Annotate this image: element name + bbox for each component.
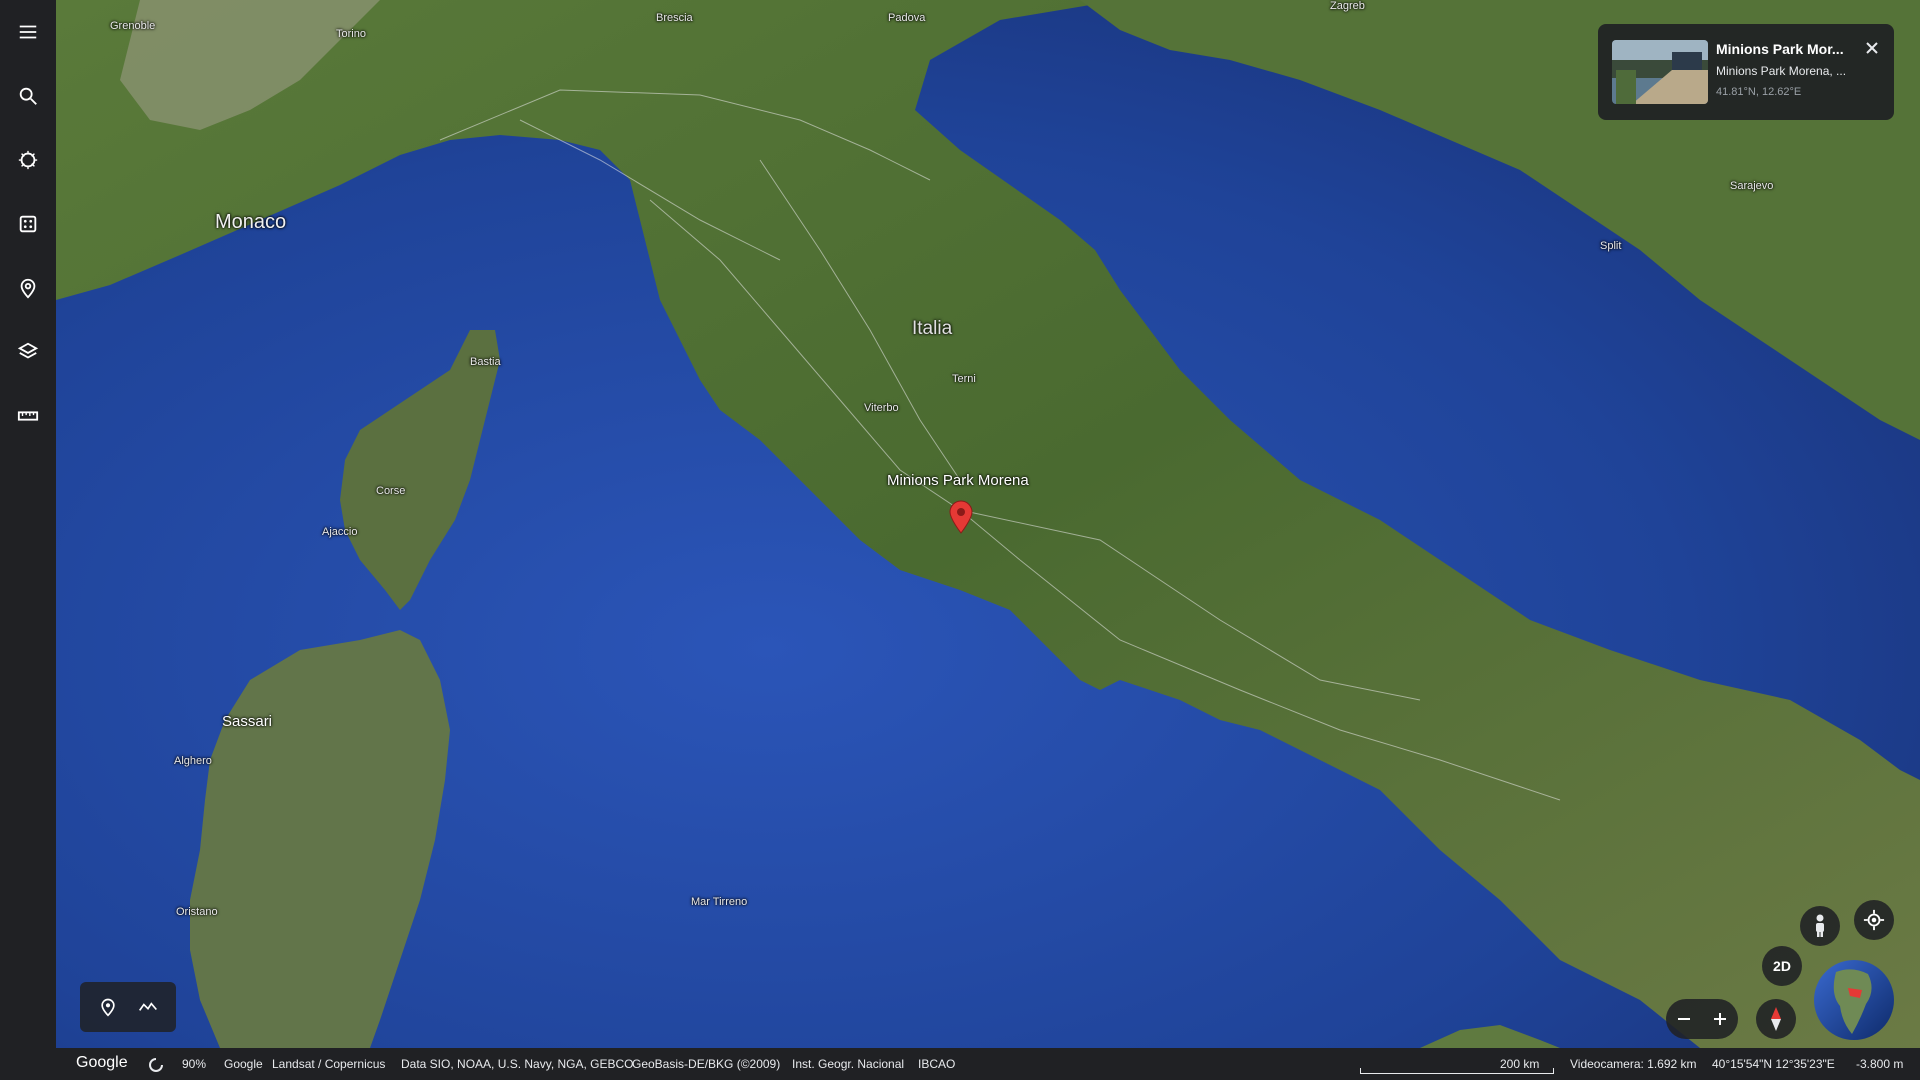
- ruler-icon: [17, 411, 39, 421]
- credit-google: Google: [224, 1057, 263, 1071]
- map-label-italia: Italia: [912, 318, 953, 339]
- map-label-sassari: Sassari: [222, 713, 273, 730]
- random-dice-icon: [19, 215, 37, 233]
- measure-button[interactable]: [8, 396, 48, 436]
- google-logo: Google: [76, 1054, 128, 1071]
- scale-label: 200 km: [1500, 1057, 1540, 1071]
- projects-pin-icon: [20, 278, 36, 299]
- voyager-button[interactable]: [8, 140, 48, 180]
- map-label-alghero: Alghero: [174, 755, 212, 767]
- layers-icon: [17, 342, 39, 359]
- map-label-split: Split: [1600, 240, 1622, 252]
- my-location-icon: [1863, 909, 1885, 931]
- location-pin-icon[interactable]: [948, 500, 974, 534]
- search-button[interactable]: [8, 76, 48, 116]
- close-icon: [1866, 42, 1878, 54]
- plus-icon: [1714, 1013, 1726, 1025]
- minus-icon: [1678, 1018, 1690, 1020]
- add-placemark-button[interactable]: [92, 992, 124, 1022]
- map-label-minions-park[interactable]: Minions Park Morena: [887, 472, 1029, 489]
- toggle-2d-button[interactable]: 2D: [1762, 946, 1802, 986]
- path-icon: [138, 1002, 157, 1011]
- map-label-padova: Padova: [888, 12, 926, 24]
- map-label-zagreb: Zagreb: [1330, 0, 1365, 12]
- zoom-in-button[interactable]: [1702, 999, 1738, 1039]
- satellite-map[interactable]: [0, 0, 1920, 1080]
- map-label-corse: Corse: [376, 485, 406, 497]
- credit-ibcao: IBCAO: [918, 1057, 956, 1071]
- feeling-lucky-button[interactable]: [8, 204, 48, 244]
- loading-spinner-icon: [149, 1058, 163, 1072]
- place-info-card[interactable]: Minions Park Mor... Minions Park Morena,…: [1598, 24, 1894, 120]
- place-subtitle: Minions Park Morena, ...: [1716, 64, 1847, 78]
- map-label-grenoble: Grenoble: [110, 20, 156, 32]
- cursor-coordinates: 40°15'54"N 12°35'23"E: [1712, 1057, 1835, 1071]
- mini-globe-button[interactable]: [1814, 960, 1894, 1040]
- add-path-button[interactable]: [132, 992, 164, 1022]
- credit-data-sio: Data SIO, NOAA, U.S. Navy, NGA, GEBCO: [401, 1057, 634, 1071]
- place-title: Minions Park Mor...: [1716, 41, 1844, 57]
- map-label-torino: Torino: [336, 28, 366, 40]
- place-thumbnail[interactable]: [1612, 40, 1708, 104]
- search-icon: [19, 87, 37, 105]
- voyager-icon: [18, 150, 38, 170]
- pin-icon: [101, 998, 115, 1017]
- map-style-button[interactable]: [8, 332, 48, 372]
- map-label-oristano: Oristano: [176, 906, 218, 918]
- compass-icon: [1771, 1007, 1781, 1031]
- pegman-icon: [1816, 914, 1824, 937]
- status-bar: Google 90% Google Landsat / Copernicus D…: [56, 1048, 1920, 1080]
- zoom-out-button[interactable]: [1666, 999, 1702, 1039]
- pegman-button[interactable]: [1800, 906, 1840, 946]
- camera-altitude: Videocamera: 1.692 km: [1570, 1057, 1697, 1071]
- map-label-terni: Terni: [952, 373, 976, 385]
- map-label-monaco: Monaco: [215, 211, 287, 233]
- credit-landsat: Landsat / Copernicus: [272, 1057, 386, 1071]
- projects-button[interactable]: [8, 268, 48, 308]
- menu-icon: [19, 25, 37, 39]
- map-label-sarajevo: Sarajevo: [1730, 180, 1774, 192]
- map-label-ajaccio: Ajaccio: [322, 526, 358, 538]
- drawing-tools: [80, 982, 176, 1032]
- menu-button[interactable]: [8, 12, 48, 52]
- map-label-mar-tirreno: Mar Tirreno: [691, 896, 748, 908]
- close-card-button[interactable]: [1860, 36, 1884, 60]
- my-location-button[interactable]: [1854, 900, 1894, 940]
- place-coordinates: 41.81°N, 12.62°E: [1716, 86, 1802, 98]
- left-sidebar: [0, 0, 56, 1080]
- map-label-viterbo: Viterbo: [864, 402, 899, 414]
- credit-geobasis: GeoBasis-DE/BKG (©2009): [632, 1057, 781, 1071]
- zoom-control: [1666, 999, 1738, 1039]
- elevation: -3.800 m: [1856, 1057, 1904, 1071]
- credit-ign: Inst. Geogr. Nacional: [792, 1057, 905, 1071]
- map-label-bastia: Bastia: [470, 356, 501, 368]
- map-label-brescia: Brescia: [656, 12, 693, 24]
- compass-button[interactable]: [1756, 999, 1796, 1039]
- loading-progress: 90%: [182, 1057, 207, 1071]
